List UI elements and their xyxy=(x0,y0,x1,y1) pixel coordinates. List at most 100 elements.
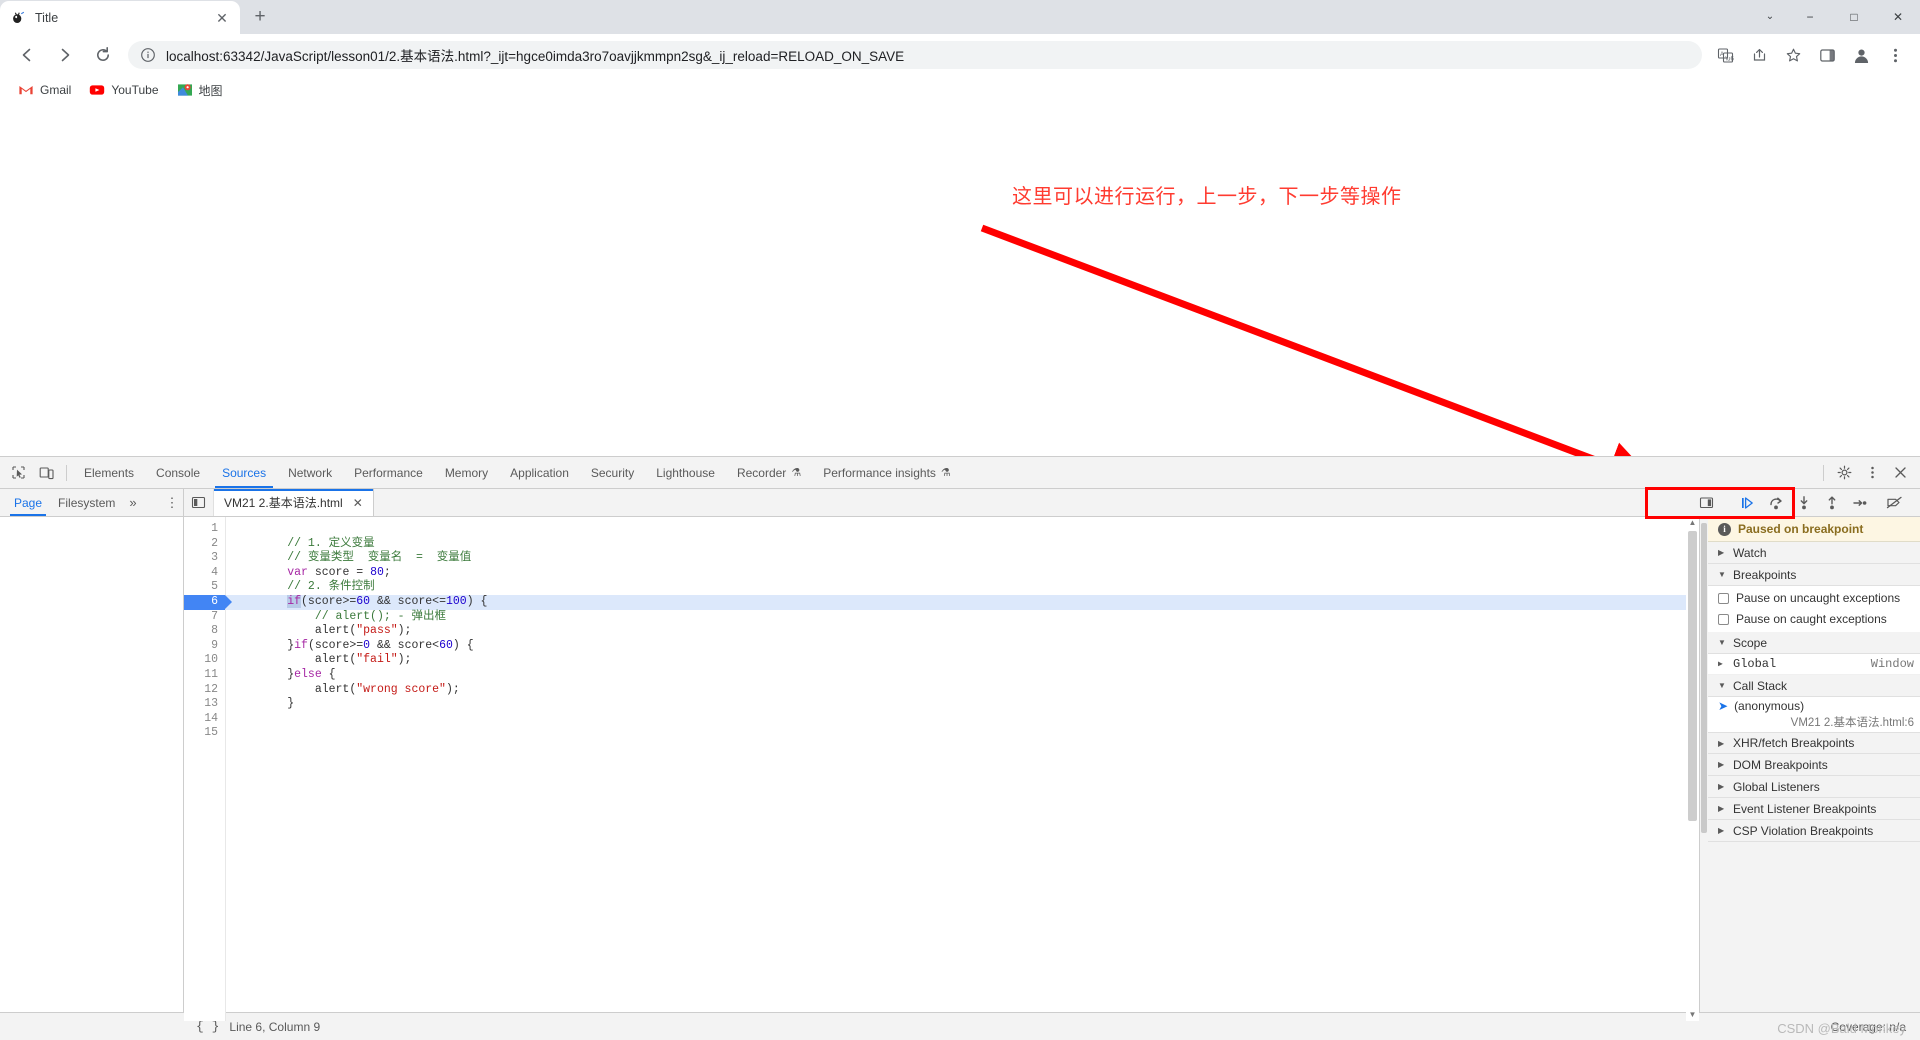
line-number[interactable]: 11 xyxy=(184,668,225,683)
section-breakpoints[interactable]: ▼ Breakpoints xyxy=(1708,564,1920,586)
checkbox[interactable] xyxy=(1718,592,1729,604)
reload-icon[interactable] xyxy=(88,40,118,70)
deactivate-breakpoints-icon[interactable] xyxy=(1880,490,1908,516)
resume-script-execution-icon[interactable] xyxy=(1734,490,1762,516)
line-number[interactable]: 4 xyxy=(184,566,225,581)
line-number[interactable]: 9 xyxy=(184,639,225,654)
line-number[interactable]: 8 xyxy=(184,624,225,639)
line-number[interactable]: 5 xyxy=(184,580,225,595)
line-number[interactable]: 14 xyxy=(184,712,225,727)
editor-file-tab[interactable]: VM21 2.基本语法.html ✕ xyxy=(214,489,374,516)
step-out-of-current-function-icon[interactable] xyxy=(1818,490,1846,516)
section-watch[interactable]: ▶ Watch xyxy=(1708,542,1920,564)
translate-icon[interactable]: A\u6587 xyxy=(1711,41,1739,69)
line-number[interactable]: 1 xyxy=(184,522,225,537)
browser-tab[interactable]: Title ✕ xyxy=(0,1,240,34)
info-circle-icon[interactable] xyxy=(140,47,156,63)
close-icon[interactable]: ✕ xyxy=(214,10,230,26)
line-number[interactable]: 10 xyxy=(184,653,225,668)
device-toolbar-icon[interactable] xyxy=(32,460,60,486)
pause-on-caught-exceptions-row[interactable]: Pause on caught exceptions xyxy=(1708,610,1920,628)
line-number[interactable]: 13 xyxy=(184,697,225,712)
code-line: }else { xyxy=(226,668,1699,683)
sidepanel-icon[interactable] xyxy=(1813,41,1841,69)
code-token: ); xyxy=(397,624,412,638)
chevron-right-icon: ▶ xyxy=(1718,738,1725,748)
code-editor[interactable]: 1 2 3 4 5 6 7 8 9 10 11 12 13 14 15 // 1. 定义变量 // 变量类型… xyxy=(184,517,1700,1021)
tab-console[interactable]: Console xyxy=(145,457,211,488)
share-icon[interactable] xyxy=(1745,41,1773,69)
bookmark-gmail[interactable]: Gmail xyxy=(10,79,79,101)
editor-scrollbar[interactable]: ▲ ▼ xyxy=(1686,517,1699,1021)
section-call-stack[interactable]: ▼ Call Stack xyxy=(1708,675,1920,697)
more-tabs-icon[interactable] xyxy=(1692,489,1720,516)
section-dom-breakpoints[interactable]: ▶ DOM Breakpoints xyxy=(1708,754,1920,776)
navigator-tab-page[interactable]: Page xyxy=(6,489,50,516)
section-global-listeners[interactable]: ▶ Global Listeners xyxy=(1708,776,1920,798)
tab-sources[interactable]: Sources xyxy=(211,457,277,488)
tab-lighthouse[interactable]: Lighthouse xyxy=(645,457,726,488)
section-scope[interactable]: ▼ Scope xyxy=(1708,632,1920,654)
back-icon[interactable] xyxy=(12,40,42,70)
line-number[interactable]: 12 xyxy=(184,683,225,698)
close-devtools-icon[interactable] xyxy=(1886,460,1914,486)
chevron-right-icon: ▶ xyxy=(1718,826,1725,835)
scrollbar-thumb[interactable] xyxy=(1688,531,1697,821)
line-number[interactable]: 6 xyxy=(184,594,232,610)
section-event-listener-breakpoints[interactable]: ▶ Event Listener Breakpoints xyxy=(1708,798,1920,820)
navigator-tab-filesystem[interactable]: Filesystem xyxy=(50,489,123,516)
tab-elements[interactable]: Elements xyxy=(73,457,145,488)
line-number[interactable]: 7 xyxy=(184,610,225,625)
forward-icon[interactable] xyxy=(50,40,80,70)
show-navigator-icon[interactable] xyxy=(184,489,214,516)
section-xhr-fetch-breakpoints[interactable]: ▶ XHR/fetch Breakpoints xyxy=(1708,732,1920,754)
pause-on-uncaught-exceptions-row[interactable]: Pause on uncaught exceptions xyxy=(1708,589,1920,607)
bookmark-youtube[interactable]: YouTube xyxy=(81,79,166,101)
more-kebab-icon[interactable] xyxy=(1858,460,1886,486)
more-navigator-tabs-icon[interactable]: » xyxy=(123,495,142,510)
step-icon[interactable] xyxy=(1846,490,1874,516)
section-csp-violation-breakpoints[interactable]: ▶ CSP Violation Breakpoints xyxy=(1708,820,1920,842)
star-icon[interactable] xyxy=(1779,41,1807,69)
sidebar-scrollbar[interactable] xyxy=(1700,517,1708,1021)
code-content[interactable]: // 1. 定义变量 // 变量类型 变量名 = 变量值 var score =… xyxy=(226,517,1699,1021)
profile-icon[interactable] xyxy=(1847,41,1875,69)
scroll-down-icon[interactable]: ▼ xyxy=(1689,1009,1697,1021)
new-tab-button[interactable]: + xyxy=(246,3,274,31)
maximize-button[interactable]: □ xyxy=(1832,0,1876,33)
step-over-next-function-call-icon[interactable] xyxy=(1762,490,1790,516)
navigator-kebab-icon[interactable]: ⋮ xyxy=(161,490,183,516)
line-number[interactable]: 3 xyxy=(184,551,225,566)
call-stack-frame[interactable]: ➤ (anonymous) VM21 2.基本语法.html:6 xyxy=(1708,697,1920,732)
code-token: // 1. 定义变量 xyxy=(287,536,375,550)
line-number-gutter[interactable]: 1 2 3 4 5 6 7 8 9 10 11 12 13 14 15 xyxy=(184,517,232,1021)
settings-gear-icon[interactable] xyxy=(1830,460,1858,486)
minimize-button[interactable]: − xyxy=(1788,0,1832,33)
checkbox[interactable] xyxy=(1718,613,1729,625)
line-number[interactable]: 2 xyxy=(184,537,225,552)
tab-application[interactable]: Application xyxy=(499,457,580,488)
scroll-up-icon[interactable]: ▲ xyxy=(1689,517,1697,529)
tab-memory[interactable]: Memory xyxy=(434,457,499,488)
bookmark-maps[interactable]: 地图 xyxy=(169,79,231,101)
inspect-icon[interactable] xyxy=(4,460,32,486)
chevron-down-icon[interactable]: ⌄ xyxy=(1752,0,1788,33)
address-bar[interactable]: localhost:63342/JavaScript/lesson01/2.基本… xyxy=(128,41,1702,69)
tab-security[interactable]: Security xyxy=(580,457,645,488)
navigator-pane[interactable] xyxy=(0,517,184,1021)
scope-row-global[interactable]: ▶ Global Window xyxy=(1708,654,1920,675)
menu-icon[interactable] xyxy=(1881,41,1909,69)
line-number[interactable]: 15 xyxy=(184,726,225,741)
tab-performance[interactable]: Performance xyxy=(343,457,434,488)
step-into-next-function-call-icon[interactable] xyxy=(1790,490,1818,516)
tab-recorder[interactable]: Recorder ⚗ xyxy=(726,457,812,488)
code-token: && score< xyxy=(370,638,440,652)
close-window-button[interactable]: ✕ xyxy=(1876,0,1920,33)
code-line: if(score>=60 && score<=100) { xyxy=(226,594,1699,610)
pretty-print-icon[interactable]: { } xyxy=(184,1019,229,1034)
close-icon[interactable]: ✕ xyxy=(353,496,363,510)
tab-performance-insights[interactable]: Performance insights ⚗ xyxy=(812,457,962,488)
code-token: ) { xyxy=(466,594,488,608)
tab-network[interactable]: Network xyxy=(277,457,343,488)
